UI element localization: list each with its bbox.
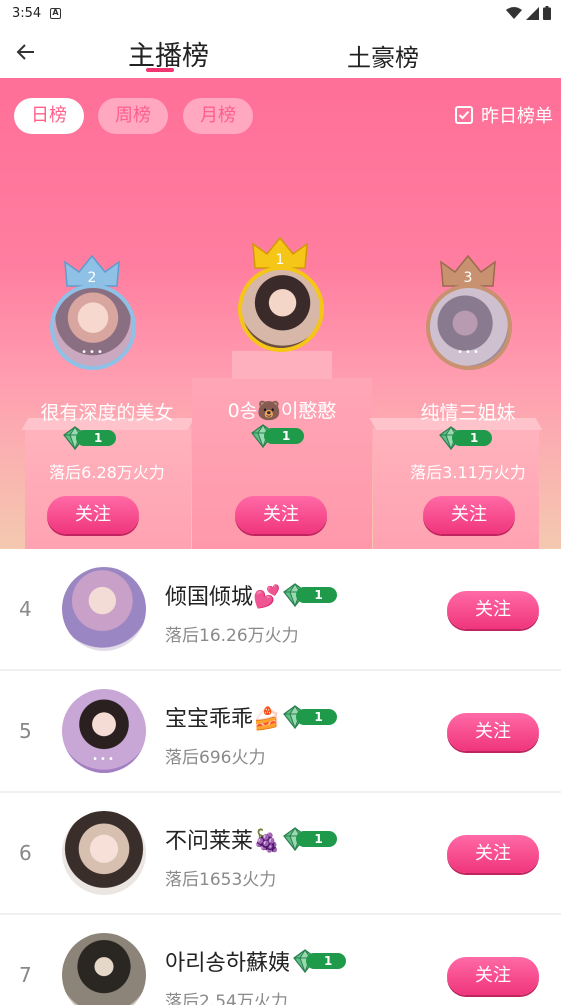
- avatar[interactable]: [62, 567, 146, 651]
- rank-number: 7: [19, 963, 32, 987]
- tab-rich-rank[interactable]: 土豪榜: [347, 38, 419, 73]
- list-name: 아리송하蘇姨 1: [165, 945, 347, 977]
- list-item[interactable]: 7 아리송하蘇姨 1 落后2.54万火力 关注: [0, 915, 561, 1005]
- list-item[interactable]: 5 ••• 宝宝乖乖🍰 1 落后696火力 关注: [0, 671, 561, 793]
- top-name-second: 很有深度的美女: [40, 402, 174, 424]
- avatar[interactable]: [62, 811, 146, 895]
- level-badge: 1: [282, 705, 337, 729]
- top-name-first: 0송🐻이憨憨: [227, 400, 337, 422]
- signal-icon: [526, 6, 539, 20]
- checkbox-icon: [455, 106, 473, 124]
- avatar[interactable]: [62, 933, 146, 1005]
- list-name: 宝宝乖乖🍰 1: [165, 701, 337, 733]
- avatar[interactable]: [238, 266, 324, 352]
- avatar[interactable]: •••: [50, 284, 136, 370]
- list-item[interactable]: 4 倾国倾城💕 1 落后16.26万火力 关注: [0, 549, 561, 671]
- level-badge: 1: [250, 424, 305, 448]
- podium-first-top: [232, 351, 332, 379]
- rank-number: 6: [19, 841, 32, 865]
- follow-button[interactable]: 关注: [235, 496, 327, 534]
- back-arrow-icon: [16, 44, 34, 60]
- battery-icon: [543, 6, 551, 20]
- status-time: 3:54: [12, 6, 42, 21]
- rank-number: 5: [19, 719, 32, 743]
- list-gap: 落后696火力: [165, 748, 266, 768]
- follow-button[interactable]: 关注: [423, 496, 515, 534]
- top-gap-third: 落后3.11万火力: [410, 463, 526, 482]
- rank-list: 4 倾国倾城💕 1 落后16.26万火力 关注 5 ••• 宝宝乖乖🍰 1 落后…: [0, 549, 561, 1005]
- system-icons: [506, 6, 551, 20]
- top-three-section: 日榜 周榜 月榜 昨日榜单 2 ••• 很有深度的美女 1 落后6.28万火力 …: [0, 78, 561, 549]
- header: 主播榜 土豪榜: [0, 28, 561, 78]
- follow-button[interactable]: 关注: [447, 957, 539, 995]
- wifi-icon: [506, 6, 522, 19]
- top-name-third: 纯情三姐妹: [420, 402, 516, 424]
- list-gap: 落后16.26万火力: [165, 626, 299, 646]
- back-button[interactable]: [12, 38, 40, 66]
- yesterday-label: 昨日榜单: [481, 106, 553, 127]
- level-badge: 1: [282, 827, 337, 851]
- tab-weekly[interactable]: 周榜: [98, 98, 168, 134]
- notification-icon: A: [50, 8, 61, 19]
- list-name: 倾国倾城💕 1: [165, 579, 337, 611]
- rank-number: 4: [19, 597, 32, 621]
- level-badge: 1: [438, 426, 493, 450]
- top-gap-second: 落后6.28万火力: [49, 463, 165, 482]
- follow-button[interactable]: 关注: [447, 591, 539, 629]
- avatar[interactable]: •••: [426, 284, 512, 370]
- level-badge: 1: [282, 583, 337, 607]
- tab-monthly[interactable]: 月榜: [183, 98, 253, 134]
- status-bar: 3:54 A: [0, 0, 561, 28]
- follow-button[interactable]: 关注: [447, 835, 539, 873]
- active-tab-indicator: [146, 68, 174, 72]
- tab-daily[interactable]: 日榜: [14, 98, 84, 134]
- yesterday-rank-toggle[interactable]: 昨日榜单: [455, 102, 553, 128]
- list-name: 不问莱莱🍇 1: [165, 823, 337, 855]
- list-item[interactable]: 6 不问莱莱🍇 1 落后1653火力 关注: [0, 793, 561, 915]
- level-badge: 1: [62, 426, 117, 450]
- level-badge: 1: [292, 949, 347, 973]
- follow-button[interactable]: 关注: [447, 713, 539, 751]
- list-gap: 落后2.54万火力: [165, 992, 288, 1005]
- avatar[interactable]: •••: [62, 689, 146, 773]
- follow-button[interactable]: 关注: [47, 496, 139, 534]
- list-gap: 落后1653火力: [165, 870, 277, 890]
